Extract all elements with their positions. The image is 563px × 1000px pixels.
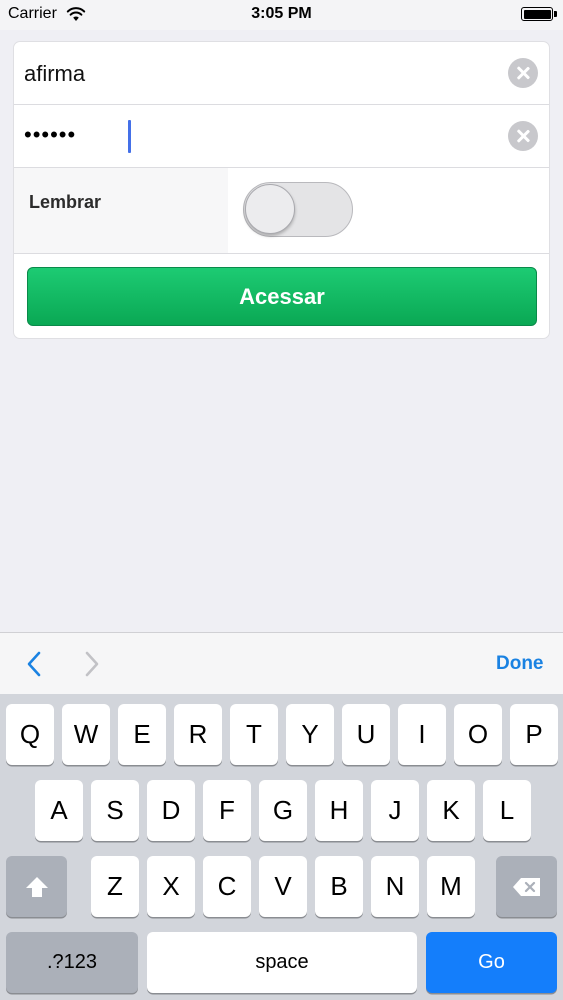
shift-key[interactable] [6, 856, 67, 917]
key-i[interactable]: I [398, 704, 446, 765]
shift-icon [25, 876, 48, 897]
key-x[interactable]: X [147, 856, 195, 917]
key-t[interactable]: T [230, 704, 278, 765]
keyboard: Q W E R T Y U I O P A S D F G H J K L Z … [0, 694, 563, 1000]
backspace-key[interactable] [496, 856, 557, 917]
key-k[interactable]: K [427, 780, 475, 841]
chevron-left-icon[interactable] [24, 650, 44, 678]
key-a[interactable]: A [35, 780, 83, 841]
status-bar: Carrier 3:05 PM [0, 0, 563, 30]
done-button[interactable]: Done [496, 653, 544, 675]
text-cursor [128, 120, 131, 153]
backspace-icon [512, 877, 540, 896]
key-w[interactable]: W [62, 704, 110, 765]
chevron-right-icon[interactable] [82, 650, 102, 678]
toggle-knob [245, 184, 295, 234]
remember-row: Lembrar [14, 168, 549, 254]
key-l[interactable]: L [483, 780, 531, 841]
clock: 3:05 PM [251, 5, 312, 22]
username-field[interactable]: afirma [24, 61, 85, 87]
password-field[interactable]: •••••• [24, 122, 76, 148]
key-v[interactable]: V [259, 856, 307, 917]
key-r[interactable]: R [174, 704, 222, 765]
remember-label: Lembrar [29, 192, 102, 212]
key-e[interactable]: E [118, 704, 166, 765]
key-u[interactable]: U [342, 704, 390, 765]
username-row: afirma [14, 42, 549, 105]
password-row: •••••• [14, 105, 549, 168]
key-m[interactable]: M [427, 856, 475, 917]
go-key[interactable]: Go [426, 932, 557, 993]
numbers-key[interactable]: .?123 [6, 932, 138, 993]
key-s[interactable]: S [91, 780, 139, 841]
clear-username-icon[interactable] [508, 58, 538, 88]
space-key[interactable]: space [147, 932, 417, 993]
login-button[interactable]: Acessar [27, 267, 537, 326]
key-z[interactable]: Z [91, 856, 139, 917]
key-d[interactable]: D [147, 780, 195, 841]
key-n[interactable]: N [371, 856, 419, 917]
key-g[interactable]: G [259, 780, 307, 841]
keyboard-toolbar: Done [0, 632, 563, 694]
key-j[interactable]: J [371, 780, 419, 841]
key-p[interactable]: P [510, 704, 558, 765]
key-o[interactable]: O [454, 704, 502, 765]
key-c[interactable]: C [203, 856, 251, 917]
key-b[interactable]: B [315, 856, 363, 917]
battery-icon [521, 7, 553, 21]
remember-toggle[interactable] [243, 182, 353, 237]
key-f[interactable]: F [203, 780, 251, 841]
battery-tip [554, 11, 557, 17]
key-y[interactable]: Y [286, 704, 334, 765]
key-q[interactable]: Q [6, 704, 54, 765]
clear-password-icon[interactable] [508, 121, 538, 151]
login-card: afirma •••••• Lembrar Acessar [13, 41, 550, 339]
remember-label-cell: Lembrar [14, 168, 228, 253]
key-h[interactable]: H [315, 780, 363, 841]
